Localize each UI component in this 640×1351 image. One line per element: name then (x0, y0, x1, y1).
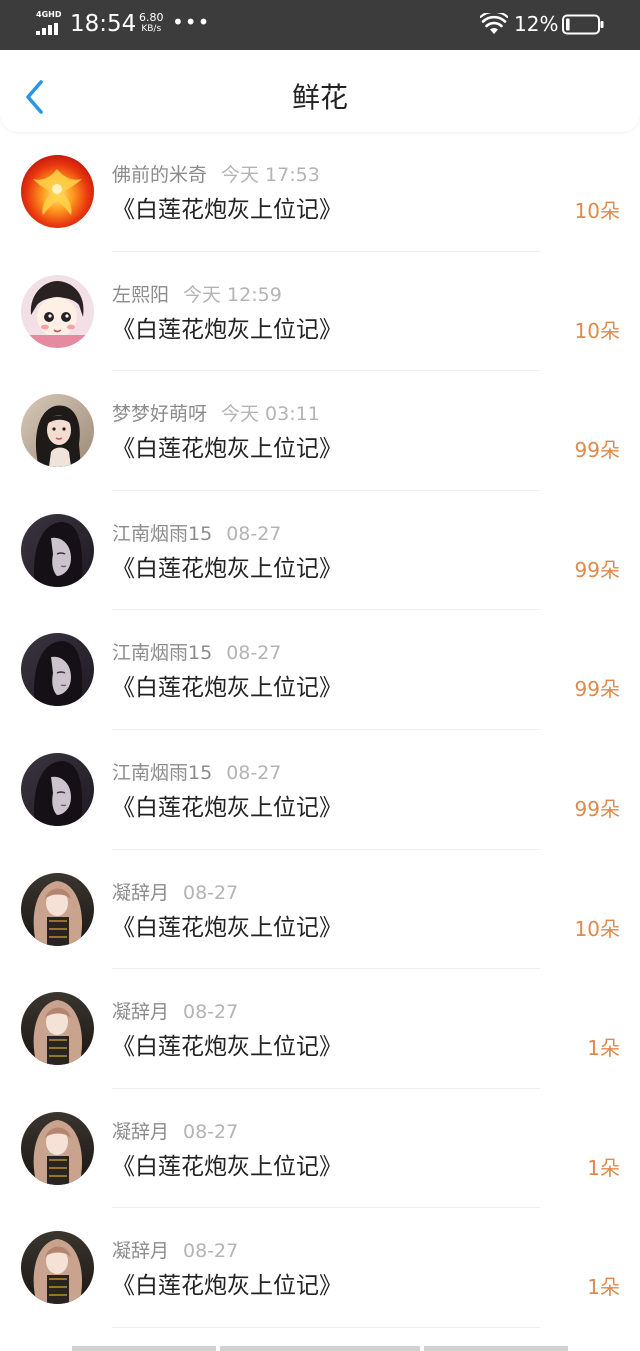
flower-count: 10朵 (574, 318, 620, 343)
item-meta: 梦梦好萌呀 今天 03:11 (112, 401, 320, 427)
flower-count: 99朵 (574, 677, 620, 702)
ink-woman-avatar[interactable] (21, 752, 94, 826)
phoenix-avatar[interactable] (21, 155, 94, 228)
user-name: 江南烟雨15 (112, 761, 213, 784)
list-item[interactable]: 凝辞月 08-27 《白莲花炮灰上位记》 10朵 (0, 850, 640, 970)
timestamp: 08-27 (183, 1240, 239, 1263)
timestamp: 今天 12:59 (183, 283, 282, 306)
user-name: 左熙阳 (112, 283, 170, 306)
anime-girl-avatar[interactable] (21, 1111, 94, 1185)
book-title: 《白莲花炮灰上位记》 (112, 794, 342, 821)
next-item-preview (72, 1346, 568, 1351)
timestamp: 08-27 (226, 642, 282, 665)
speed-value: 6.80 (139, 11, 164, 24)
book-title: 《白莲花炮灰上位记》 (112, 675, 342, 702)
speed-unit: KB/s (141, 24, 162, 34)
user-name: 梦梦好萌呀 (112, 403, 208, 426)
item-meta: 江南烟雨15 08-27 (112, 521, 281, 547)
list-item[interactable]: 梦梦好萌呀 今天 03:11 《白莲花炮灰上位记》 99朵 (0, 371, 640, 491)
ink-woman-avatar[interactable] (21, 633, 94, 707)
anime-girl-avatar[interactable] (21, 872, 94, 946)
flower-count: 1朵 (587, 1036, 620, 1061)
book-title: 《白莲花炮灰上位记》 (112, 316, 342, 343)
user-name: 江南烟雨15 (112, 522, 213, 545)
timestamp: 今天 17:53 (221, 164, 320, 186)
network-speed: 6.80 KB/s (139, 12, 164, 35)
user-name: 佛前的米奇 (112, 164, 208, 186)
wifi-icon (480, 13, 508, 34)
timestamp: 今天 03:11 (221, 403, 320, 426)
list-item[interactable]: 凝辞月 08-27 《白莲花炮灰上位记》 1朵 (0, 1208, 640, 1328)
list-item[interactable]: 凝辞月 08-27 《白莲花炮灰上位记》 1朵 (0, 1089, 640, 1209)
list-item[interactable]: 江南烟雨15 08-27 《白莲花炮灰上位记》 99朵 (0, 491, 640, 611)
book-title: 《白莲花炮灰上位记》 (112, 914, 342, 941)
user-name: 凝辞月 (112, 1120, 170, 1143)
timestamp: 08-27 (226, 761, 282, 784)
girl-photo-avatar[interactable] (21, 394, 94, 468)
book-title: 《白莲花炮灰上位记》 (112, 197, 342, 223)
signal-icon: 4GHD (36, 10, 64, 36)
item-meta: 江南烟雨15 08-27 (112, 640, 281, 666)
item-meta: 凝辞月 08-27 (112, 1238, 238, 1264)
timestamp: 08-27 (183, 881, 239, 904)
user-name: 凝辞月 (112, 1001, 170, 1024)
user-name: 凝辞月 (112, 881, 170, 904)
cartoon-girl-avatar[interactable] (21, 274, 94, 348)
item-meta: 左熙阳 今天 12:59 (112, 282, 282, 308)
flower-count: 1朵 (587, 1275, 620, 1300)
flower-count: 1朵 (587, 1155, 620, 1180)
more-notifications-icon: ••• (172, 10, 211, 34)
flower-list: 佛前的米奇 今天 17:53 《白莲花炮灰上位记》 10朵 左熙阳 今天 12:5 (0, 132, 640, 1328)
book-title: 《白莲花炮灰上位记》 (112, 1153, 342, 1180)
anime-girl-avatar[interactable] (21, 992, 94, 1066)
list-item[interactable]: 左熙阳 今天 12:59 《白莲花炮灰上位记》 10朵 (0, 252, 640, 372)
timestamp: 08-27 (183, 1001, 239, 1024)
user-name: 江南烟雨15 (112, 642, 213, 665)
navigation-bar: 鲜花 (0, 50, 640, 132)
book-title: 《白莲花炮灰上位记》 (112, 555, 342, 582)
battery-icon (562, 14, 604, 35)
battery-percent: 12% (514, 12, 559, 36)
status-bar: 4GHD 18:54 6.80 KB/s ••• 12% (0, 0, 640, 50)
page-title: 鲜花 (291, 81, 348, 114)
flower-count: 10朵 (574, 916, 620, 941)
flower-count: 99朵 (574, 557, 620, 582)
book-title: 《白莲花炮灰上位记》 (112, 1034, 342, 1061)
divider (112, 1326, 540, 1328)
item-meta: 凝辞月 08-27 (112, 1119, 238, 1145)
book-title: 《白莲花炮灰上位记》 (112, 1273, 342, 1300)
item-meta: 佛前的米奇 今天 17:53 (112, 162, 320, 188)
timestamp: 08-27 (183, 1120, 239, 1143)
item-meta: 江南烟雨15 08-27 (112, 760, 281, 786)
ink-woman-avatar[interactable] (21, 513, 94, 587)
list-item[interactable]: 江南烟雨15 08-27 《白莲花炮灰上位记》 99朵 (0, 610, 640, 730)
timestamp: 08-27 (226, 522, 282, 545)
clock: 18:54 (70, 11, 137, 37)
flower-count: 99朵 (574, 438, 620, 463)
book-title: 《白莲花炮灰上位记》 (112, 436, 342, 463)
item-meta: 凝辞月 08-27 (112, 999, 238, 1025)
list-item[interactable]: 江南烟雨15 08-27 《白莲花炮灰上位记》 99朵 (0, 730, 640, 850)
user-name: 凝辞月 (112, 1240, 170, 1263)
flower-count: 99朵 (574, 796, 620, 821)
item-meta: 凝辞月 08-27 (112, 880, 238, 906)
list-item[interactable]: 佛前的米奇 今天 17:53 《白莲花炮灰上位记》 10朵 (0, 132, 640, 252)
network-type: 4GHD (36, 10, 62, 19)
anime-girl-avatar[interactable] (21, 1231, 94, 1305)
list-item[interactable]: 凝辞月 08-27 《白莲花炮灰上位记》 1朵 (0, 969, 640, 1089)
flower-count: 10朵 (574, 199, 620, 223)
